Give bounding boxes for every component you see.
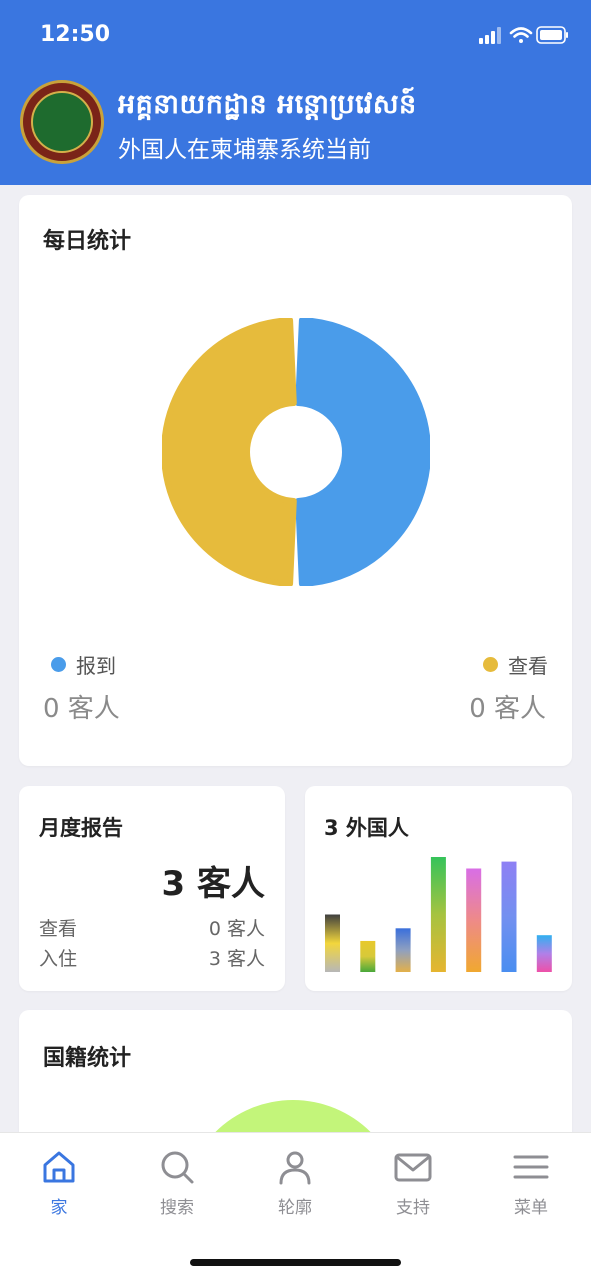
daily-stats-card: 每日统计 报到 查看 0 客人 0 客人 — [19, 195, 572, 766]
daily-donut-chart — [162, 318, 430, 586]
monthly-view-label: 查看 — [39, 918, 78, 940]
bar-2 — [395, 928, 411, 972]
monthly-total: 3 客人 — [161, 864, 266, 904]
tab-profile-label: 轮廓 — [278, 1198, 312, 1218]
foreigners-card[interactable]: 3 外国人 — [305, 786, 572, 991]
bar-0 — [325, 914, 340, 972]
legend-checkin: 报到 — [51, 650, 116, 679]
monthly-stay-value: 3 客人 — [208, 948, 265, 970]
tab-support-label: 支持 — [396, 1198, 430, 1218]
home-indicator — [190, 1259, 401, 1266]
monthly-report-card[interactable]: 月度报告 3 客人 查看 0 客人 入住 3 客人 — [19, 786, 285, 991]
tab-home[interactable]: 家 — [9, 1149, 109, 1218]
status-time: 12:50 — [40, 22, 111, 47]
monthly-view-value: 0 客人 — [208, 918, 265, 940]
app-header: 12:50 អគ្គនាយកដ្ឋាន អន្តោប្រវេសន៍ 外国人在柬埔… — [0, 0, 591, 185]
tab-support[interactable]: 支持 — [363, 1149, 463, 1218]
tab-profile[interactable]: 轮廓 — [245, 1149, 345, 1218]
signal-icon — [479, 27, 501, 44]
view-count: 0 客人 — [469, 694, 546, 724]
header-title-chinese: 外国人在柬埔寨系统当前 — [118, 137, 371, 163]
view-dot — [483, 657, 498, 672]
profile-icon — [279, 1151, 311, 1185]
monthly-view-row: 查看 0 客人 — [39, 914, 265, 941]
tab-search-label: 搜索 — [160, 1198, 194, 1218]
mail-icon — [394, 1153, 432, 1182]
nationality-title: 国籍统计 — [43, 1046, 132, 1071]
home-icon — [43, 1151, 75, 1183]
checkin-dot — [51, 657, 66, 672]
department-logo — [20, 80, 104, 164]
menu-icon — [513, 1155, 549, 1179]
legend-view: 查看 — [483, 650, 548, 679]
checkin-count: 0 客人 — [43, 694, 120, 724]
bar-6 — [536, 935, 552, 972]
tab-menu-label: 菜单 — [514, 1198, 548, 1218]
bar-4 — [466, 868, 482, 972]
monthly-stay-row: 入住 3 客人 — [39, 944, 265, 971]
donut-slice-view — [162, 318, 297, 586]
status-icons — [479, 24, 569, 50]
legend-checkin-label: 报到 — [76, 654, 116, 678]
wifi-icon — [509, 27, 533, 43]
monthly-report-title: 月度报告 — [39, 816, 123, 840]
tab-menu[interactable]: 菜单 — [481, 1149, 581, 1218]
tab-search[interactable]: 搜索 — [127, 1149, 227, 1218]
foreigners-bar-chart — [325, 857, 552, 972]
bar-1 — [360, 940, 376, 972]
monthly-stay-label: 入住 — [39, 948, 78, 970]
legend-view-label: 查看 — [508, 654, 548, 678]
search-icon — [161, 1151, 194, 1184]
daily-stats-title: 每日统计 — [43, 229, 132, 254]
battery-icon — [536, 26, 568, 44]
tab-home-label: 家 — [50, 1198, 68, 1218]
header-title-khmer: អគ្គនាយកដ្ឋាន អន្តោប្រវេសន៍ — [118, 89, 417, 120]
donut-slice-checkin — [295, 318, 430, 586]
bar-3 — [430, 857, 446, 972]
bar-5 — [501, 861, 517, 972]
